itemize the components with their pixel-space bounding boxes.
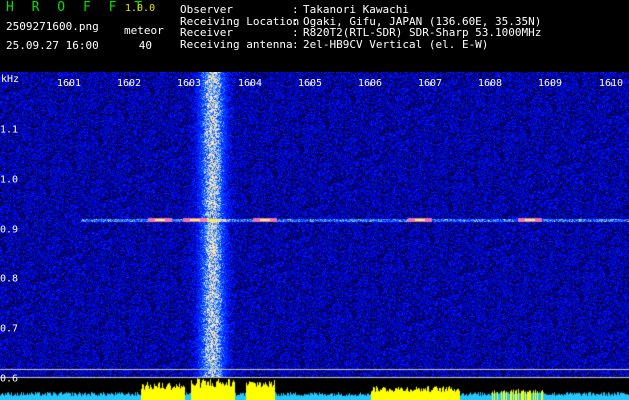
info-value-receiver: R820T2(RTL-SDR) SDR-Sharp 53.1000MHz [303,26,542,39]
x-tick-label: 1604 [237,78,263,89]
file-datetime: 25.09.27 16:00 [6,39,99,52]
spectrogram [0,72,629,400]
info-colon: : [292,37,299,51]
x-tick-label: 1605 [297,78,323,89]
info-label-antenna: Receiving antenna [180,37,293,51]
y-tick-label: 0.7 [0,323,19,335]
x-tick-label: 1603 [176,78,202,89]
info-value-antenna: 2el-HB9CV Vertical (el. E-W) [303,37,489,51]
info-label-receiver: Receiver [180,26,233,39]
x-tick-label: 1602 [116,78,142,89]
file-name: 2509271600.png [6,20,99,33]
info-label-observer: Observer [180,3,233,16]
x-tick-label: 1609 [537,78,563,89]
y-tick-label: 0.6 [0,373,19,385]
x-tick-label: 1610 [598,78,624,89]
info-values: Takanori Kawachi Ogaki, Gifu, JAPAN (136… [303,4,541,50]
x-tick-label: 1608 [477,78,503,89]
info-value-observer: Takanori Kawachi [303,3,409,16]
x-tick-label: 1607 [417,78,443,89]
y-tick-label: 1.1 [0,124,19,136]
meteor-label: meteor [124,24,164,37]
y-tick-label: 0.8 [0,273,19,285]
x-tick-label: 1601 [56,78,82,89]
y-tick-label: 1.0 [0,174,19,186]
info-labels: Observer Receiving Location Receiver Rec… [180,4,299,50]
axis-unit-label: kHz [1,74,20,85]
info-colon: : [292,3,299,16]
info-colons: : : : : [292,4,299,50]
y-tick-label: 0.9 [0,224,19,236]
info-colon: : [292,26,299,39]
app-version: 1.0.0 [125,3,156,14]
header: H R O F F T 1.0.0 2509271600.png 25.09.2… [0,0,629,72]
x-tick-label: 1606 [357,78,383,89]
meteor-count: 40 [138,39,152,52]
